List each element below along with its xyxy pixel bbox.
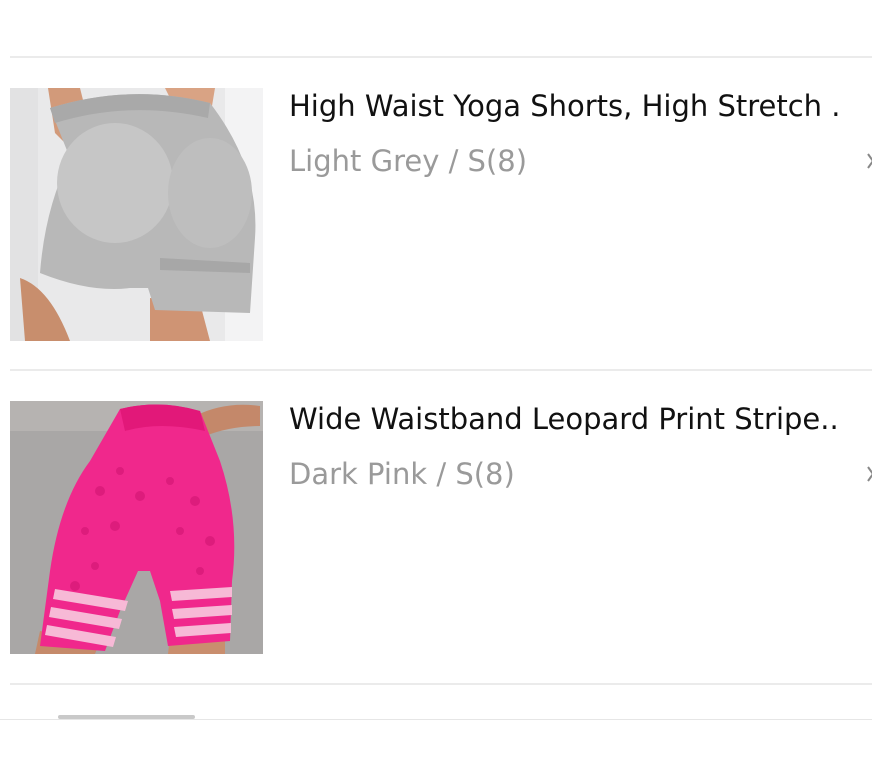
- product-variant: Dark Pink / S(8): [289, 457, 515, 491]
- product-title[interactable]: High Waist Yoga Shorts, High Stretch .: [289, 88, 872, 124]
- chevron-right-icon[interactable]: [866, 461, 872, 487]
- product-title[interactable]: Wide Waistband Leopard Print Stripe..: [289, 401, 872, 437]
- grey-yoga-shorts-image[interactable]: [10, 88, 263, 341]
- top-divider: [10, 56, 872, 58]
- product-item-1[interactable]: High Waist Yoga Shorts, High Stretch . L…: [0, 88, 872, 342]
- bottom-scroll-area: [0, 705, 872, 768]
- item-divider: [10, 683, 872, 685]
- horizontal-scrollbar-track: [0, 719, 872, 720]
- item-divider: [10, 369, 872, 371]
- pink-leopard-shorts-image[interactable]: [10, 401, 263, 654]
- product-item-2[interactable]: Wide Waistband Leopard Print Stripe.. Da…: [0, 401, 872, 655]
- chevron-right-icon[interactable]: [866, 148, 872, 174]
- product-variant: Light Grey / S(8): [289, 144, 528, 178]
- order-items-page: High Waist Yoga Shorts, High Stretch . L…: [0, 0, 872, 768]
